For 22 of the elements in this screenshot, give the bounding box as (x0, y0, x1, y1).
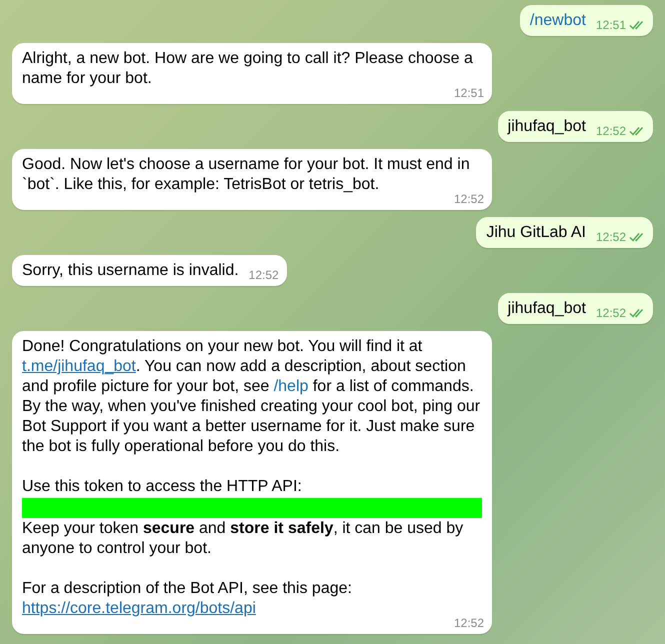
message-text: Done! Congratulations on your new bot. You will find it at t.me/jihufaq_bot. You can now add a description, about section and profile picture for your bot, see /help for a list of commands. By the way, when you've finished creating your cool bot, ping our Bot Support if you want a better username for it. Just make sure the bot is fully operational before you do this. (22, 337, 482, 457)
message-text: For a description of the Bot API, see this page: (22, 579, 353, 599)
message-text: Keep your token secure and store it safely, it can be used by anyone to control your bot. (22, 519, 464, 559)
message-time: 12:52 (596, 124, 626, 138)
message-text: Alright, a new bot. How are we going to call it? Please choose a name for your bot. (22, 49, 474, 88)
link[interactable]: https://core.telegram.org/bots/api (22, 600, 256, 617)
message-time: 12:52 (248, 268, 279, 282)
message-text: jihufaq_bot (508, 117, 586, 137)
message-time: 12:52 (596, 230, 626, 244)
message-time: 12:51 (454, 86, 484, 100)
message-text: Jihu GitLab AI (486, 223, 586, 243)
message-text: Sorry, this username is invalid. (22, 261, 239, 281)
message-text: jihufaq_bot (508, 299, 586, 319)
message-time: 12:51 (596, 18, 626, 32)
message-text: Use this token to access the HTTP API: (22, 477, 303, 497)
message-time: 12:52 (454, 616, 484, 630)
link[interactable]: t.me/jihufaq_bot (22, 358, 136, 375)
message-text: Good. Now let's choose a username for your bot. It must end in `bot`. Like this, for example: TetrisBot or tetris_bot. (22, 155, 471, 194)
message-time: 12:52 (454, 192, 484, 206)
bot-command-link[interactable]: /newbot (530, 12, 586, 29)
bot-command-link[interactable]: /help (274, 378, 308, 395)
message-time: 12:52 (596, 306, 626, 320)
